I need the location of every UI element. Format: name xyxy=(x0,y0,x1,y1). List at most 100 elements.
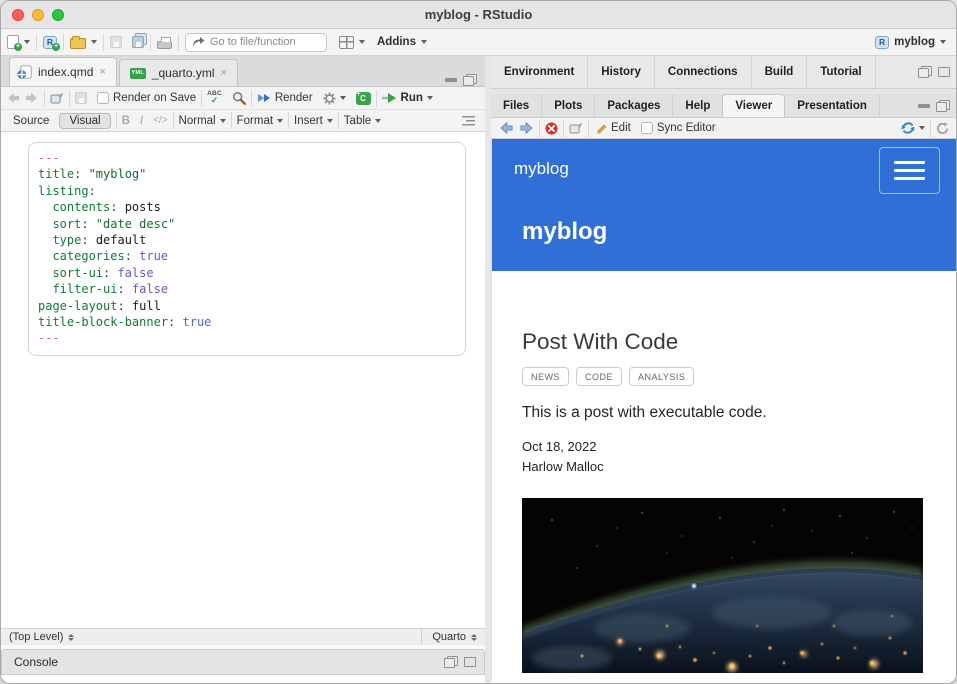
tab-viewer[interactable]: Viewer xyxy=(722,94,785,117)
tab-index-qmd[interactable]: index.qmd × xyxy=(9,57,117,86)
tab-build[interactable]: Build xyxy=(752,56,808,88)
scope-selector[interactable]: (Top Level) xyxy=(1,631,421,643)
insert-dropdown[interactable]: Insert xyxy=(289,115,338,127)
post-title[interactable]: Post With Code xyxy=(522,329,957,355)
tab-connections[interactable]: Connections xyxy=(655,56,752,88)
code-line: title-block-banner: true xyxy=(38,314,455,330)
save-button[interactable] xyxy=(70,92,92,104)
viewer-edit-button[interactable]: Edit xyxy=(589,122,636,135)
project-icon: R xyxy=(875,36,889,49)
restore-pane-icon[interactable] xyxy=(918,66,932,78)
format-dropdown[interactable]: Format xyxy=(232,115,288,127)
tag-analysis[interactable]: ANALYSIS xyxy=(629,367,694,386)
outline-toggle-button[interactable] xyxy=(457,116,485,126)
save-button-main[interactable] xyxy=(104,36,128,48)
print-button[interactable] xyxy=(151,36,178,49)
visual-mode-button[interactable]: Visual xyxy=(54,113,115,129)
tab-tutorial[interactable]: Tutorial xyxy=(807,56,875,88)
console-title: Console xyxy=(14,655,58,669)
blog-navbar-title[interactable]: myblog xyxy=(514,159,569,179)
pane-layout-button[interactable] xyxy=(333,36,371,49)
viewer-stop-button[interactable] xyxy=(540,122,563,135)
run-caret-icon xyxy=(427,96,433,100)
maximize-pane-icon[interactable] xyxy=(464,657,476,667)
new-project-button[interactable]: R+ xyxy=(37,36,63,49)
italic-button[interactable]: I xyxy=(135,115,148,127)
render-on-save-label: Render on Save xyxy=(113,92,196,104)
menu-toggle-button[interactable] xyxy=(879,147,940,194)
code-button[interactable]: </> xyxy=(148,115,172,126)
bold-button[interactable]: B xyxy=(117,115,135,127)
close-tab-icon[interactable]: × xyxy=(99,67,105,78)
restore-pane-icon[interactable] xyxy=(936,100,950,112)
tab-presentation[interactable]: Presentation xyxy=(785,94,880,117)
refresh-icon xyxy=(936,122,949,135)
console-content[interactable] xyxy=(1,675,485,684)
sync-editor-toggle[interactable]: Sync Editor xyxy=(636,122,721,134)
spellcheck-icon: ABC✓ xyxy=(207,91,222,106)
forward-icon xyxy=(25,91,39,105)
render-on-save-toggle[interactable]: Render on Save xyxy=(92,92,201,104)
outline-icon xyxy=(462,116,475,126)
maximize-pane-icon[interactable] xyxy=(938,67,950,77)
tag-news[interactable]: NEWS xyxy=(522,367,569,386)
viewer-popout-button[interactable] xyxy=(564,122,588,134)
tab-files[interactable]: Files xyxy=(491,94,542,117)
run-button[interactable]: Run xyxy=(377,92,438,104)
forward-icon xyxy=(520,121,534,135)
render-label: Render xyxy=(275,92,313,104)
run-label: Run xyxy=(401,92,423,104)
nav-back-button[interactable] xyxy=(1,91,25,105)
find-button[interactable] xyxy=(227,91,251,105)
table-dropdown[interactable]: Table xyxy=(339,115,387,127)
addins-dropdown[interactable]: Addins xyxy=(371,36,433,48)
render-button[interactable]: Render xyxy=(252,92,318,104)
viewer-forward-button[interactable] xyxy=(518,121,539,135)
nav-forward-button[interactable] xyxy=(25,91,44,105)
close-tab-icon[interactable]: × xyxy=(221,68,227,79)
render-on-save-checkbox[interactable] xyxy=(97,92,109,104)
post-listing-item: Post With Code NEWS CODE ANALYSIS This i… xyxy=(492,329,957,678)
blog-navbar: myblog xyxy=(492,139,957,201)
new-file-icon: + xyxy=(7,35,19,49)
insert-chunk-button[interactable]: +C xyxy=(351,92,376,105)
restore-pane-icon[interactable] xyxy=(463,74,477,86)
spellcheck-button[interactable]: ABC✓ xyxy=(202,91,227,106)
addins-label: Addins xyxy=(377,36,416,48)
viewer-sync-button[interactable] xyxy=(896,121,930,135)
tab-quarto-yml[interactable]: YML _quarto.yml × xyxy=(119,59,238,86)
code-editor: ---title: "myblog"listing: contents: pos… xyxy=(38,150,455,347)
open-folder-icon xyxy=(70,38,86,49)
tab-history[interactable]: History xyxy=(588,56,655,88)
open-file-button[interactable] xyxy=(64,35,103,49)
pane-layout-icon xyxy=(339,36,354,49)
sync-editor-checkbox[interactable] xyxy=(641,122,653,134)
minimize-pane-icon[interactable] xyxy=(445,78,457,82)
paragraph-style-dropdown[interactable]: Normal xyxy=(174,115,231,127)
new-file-button[interactable]: + xyxy=(1,35,36,49)
render-options-button[interactable] xyxy=(318,92,351,105)
source-mode-button[interactable]: Source xyxy=(1,115,54,127)
tab-plots[interactable]: Plots xyxy=(542,94,595,117)
open-file-caret-icon xyxy=(91,40,97,44)
tab-packages[interactable]: Packages xyxy=(595,94,673,117)
popout-button[interactable] xyxy=(45,92,69,104)
console-pane-header[interactable]: Console xyxy=(1,649,485,675)
insert-chunk-icon: +C xyxy=(356,92,371,105)
viewer-refresh-button[interactable] xyxy=(931,122,957,135)
addins-caret-icon xyxy=(421,40,427,44)
minimize-pane-icon[interactable] xyxy=(918,104,930,108)
gear-icon xyxy=(323,92,336,105)
viewer-back-button[interactable] xyxy=(491,121,518,135)
restore-pane-icon[interactable] xyxy=(444,656,458,668)
project-dropdown[interactable]: R myblog xyxy=(869,36,956,49)
save-all-button[interactable] xyxy=(128,36,150,48)
tab-environment[interactable]: Environment xyxy=(491,56,588,88)
tab-help[interactable]: Help xyxy=(673,94,723,117)
file-format-selector[interactable]: Quarto xyxy=(421,629,485,645)
viewer-content: myblog myblog Post With Code NEWS CODE A… xyxy=(491,139,957,679)
editor-content[interactable]: ---title: "myblog"listing: contents: pos… xyxy=(1,132,485,628)
yaml-front-matter-block[interactable]: ---title: "myblog"listing: contents: pos… xyxy=(28,142,466,356)
goto-file-input[interactable] xyxy=(210,36,320,48)
tag-code[interactable]: CODE xyxy=(576,367,622,386)
